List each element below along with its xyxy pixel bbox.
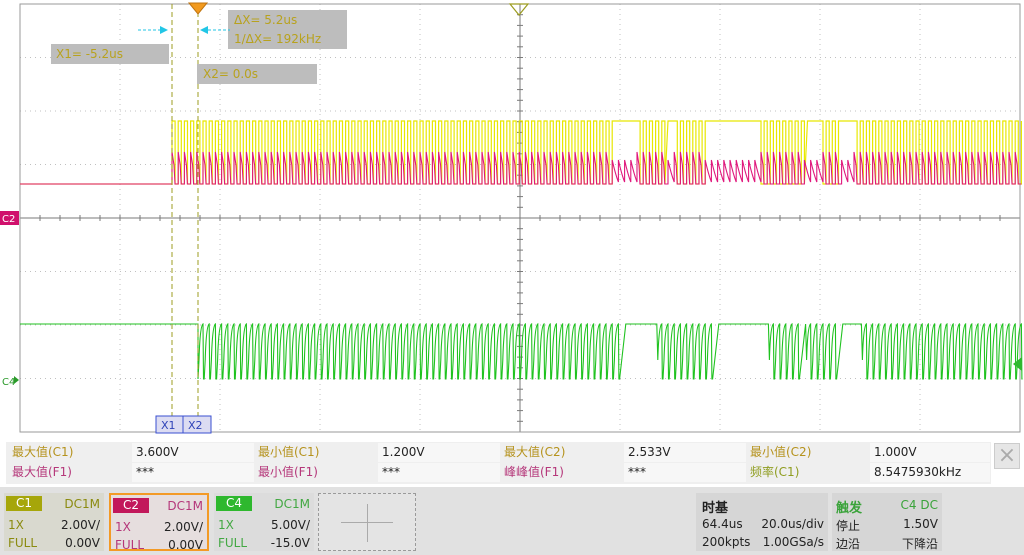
timebase-scale: 20.0us/div <box>761 517 824 531</box>
channel-c1-box[interactable]: C1 DC1M 1X 2.00V/ FULL 0.00V <box>4 493 104 551</box>
channel-tag: C4 <box>216 496 252 511</box>
measurement-row: 最大值(F1) *** 最小值(F1) *** 峰峰值(F1) *** 频率(C… <box>6 463 991 483</box>
timebase-panel[interactable]: 时基 64.4us 20.0us/div 200kpts 1.00GSa/s <box>696 493 828 551</box>
meas-label: 最小值(C2) <box>750 445 812 459</box>
coupling-label: DC1M <box>167 499 203 513</box>
meas-label: 频率(C1) <box>750 465 800 479</box>
memory-depth: 200kpts <box>702 535 751 549</box>
probe-label: 1X <box>115 520 131 534</box>
channel-c2-box[interactable]: C2 DC1M 1X 2.00V/ FULL 0.00V <box>109 493 209 552</box>
sample-rate: 1.00GSa/s <box>762 535 824 549</box>
meas-label: 最大值(C2) <box>504 445 566 459</box>
scale-value: 2.00V/ <box>61 518 100 532</box>
close-icon[interactable]: × <box>994 443 1020 469</box>
offset-value: 0.00V <box>168 538 203 552</box>
meas-value: 8.5475930kHz <box>870 463 990 482</box>
meas-value: 2.533V <box>624 443 746 462</box>
scale-value: 2.00V/ <box>164 520 203 534</box>
bandwidth-label: FULL <box>115 538 145 552</box>
meas-label: 峰峰值(F1) <box>504 465 564 479</box>
trigger-state: 停止 <box>836 519 861 533</box>
x2-readout: X2= 0.0s <box>197 64 317 84</box>
crosshair-icon <box>367 504 368 542</box>
meas-label: 最大值(F1) <box>12 465 72 479</box>
inverse-delta-x-readout: 1/ΔX= 192kHz <box>234 32 321 46</box>
bandwidth-label: FULL <box>218 536 248 550</box>
delta-readout: ΔX= 5.2us 1/ΔX= 192kHz <box>228 10 347 49</box>
offset-value: -15.0V <box>270 536 310 550</box>
x1-tab-label: X1 <box>161 419 176 432</box>
waveform-display[interactable]: ΔX= 5.2us 1/ΔX= 192kHz X1= -5.2us X2= 0.… <box>0 0 1024 440</box>
x1-readout: X1= -5.2us <box>51 44 169 64</box>
x2-readout-text: X2= 0.0s <box>203 67 258 81</box>
channel-c4-box[interactable]: C4 DC1M 1X 5.00V/ FULL -15.0V <box>214 493 314 551</box>
channel-tag: C2 <box>113 498 149 513</box>
bandwidth-label: FULL <box>8 536 38 550</box>
trigger-slope: 下降沿 <box>901 537 938 551</box>
measurement-row: 最大值(C1) 3.600V 最小值(C1) 1.200V 最大值(C2) 2.… <box>6 443 991 463</box>
c2-marker-label: C2 <box>2 214 15 225</box>
channel-tag: C1 <box>6 496 42 511</box>
add-channel-button[interactable] <box>318 493 416 551</box>
trigger-panel[interactable]: 触发 C4 DC 停止 1.50V 边沿 下降沿 <box>832 493 942 551</box>
trigger-title: 触发 <box>836 501 863 516</box>
meas-label: 最小值(C1) <box>258 445 320 459</box>
meas-value: 3.600V <box>132 443 254 462</box>
measurement-panel: 最大值(C1) 3.600V 最小值(C1) 1.200V 最大值(C2) 2.… <box>6 442 991 484</box>
x1-readout-text: X1= -5.2us <box>56 47 123 61</box>
meas-value: *** <box>132 463 254 482</box>
timebase-title: 时基 <box>702 501 729 516</box>
trigger-type: 边沿 <box>836 537 861 551</box>
x2-tab-label: X2 <box>188 419 203 432</box>
coupling-label: DC1M <box>274 497 310 511</box>
probe-label: 1X <box>8 518 24 532</box>
x1-cursor-tab[interactable]: X1 <box>155 415 184 434</box>
meas-value: 1.200V <box>378 443 500 462</box>
scale-value: 5.00V/ <box>271 518 310 532</box>
meas-value: *** <box>624 463 746 482</box>
delta-x-readout: ΔX= 5.2us <box>234 13 297 27</box>
c4-marker-label: C4 <box>2 377 15 388</box>
meas-label: 最小值(F1) <box>258 465 318 479</box>
x2-cursor-tab[interactable]: X2 <box>182 415 212 434</box>
trigger-source: C4 DC <box>900 498 938 512</box>
meas-value: *** <box>378 463 500 482</box>
c2-ground-marker[interactable]: C2 <box>0 211 19 225</box>
timebase-delay: 64.4us <box>702 517 743 531</box>
meas-label: 最大值(C1) <box>12 445 74 459</box>
offset-value: 0.00V <box>65 536 100 550</box>
meas-value: 1.000V <box>870 443 990 462</box>
coupling-label: DC1M <box>64 497 100 511</box>
trigger-level: 1.50V <box>903 517 938 531</box>
probe-label: 1X <box>218 518 234 532</box>
